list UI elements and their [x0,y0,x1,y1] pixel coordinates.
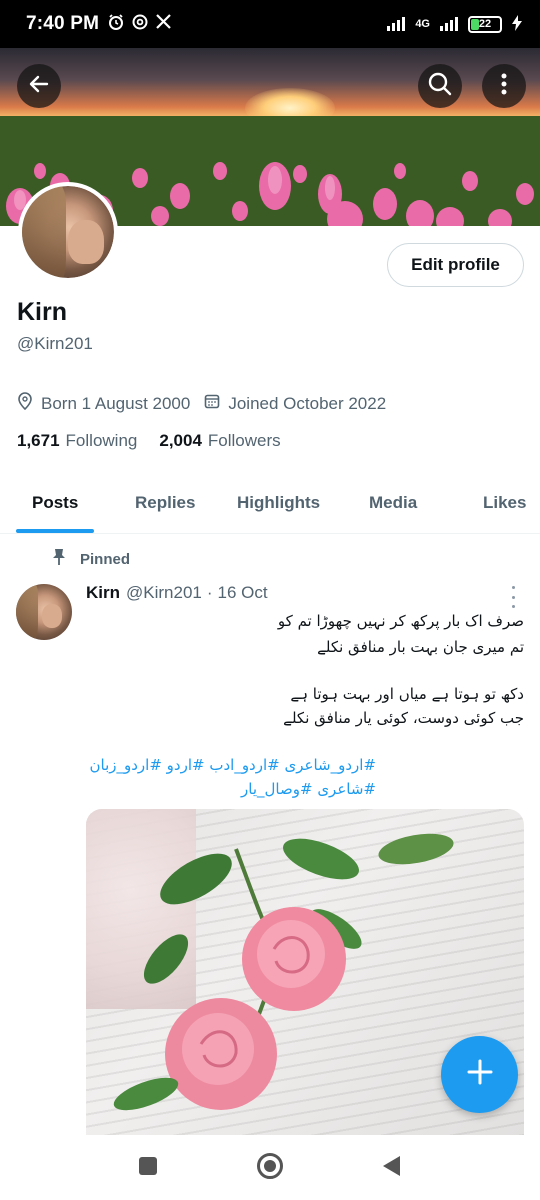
pinned-label: Pinned [80,550,131,568]
post-author-avatar[interactable] [16,584,72,640]
post-date[interactable]: 16 Oct [218,583,268,603]
pinned-indicator: Pinned [52,548,130,570]
tab-highlights[interactable]: Highlights [237,474,320,532]
following-label: Following [65,431,138,450]
profile-name: Kirn [17,298,67,326]
followers-label: Followers [207,431,281,450]
tab-posts[interactable]: Posts [32,474,78,532]
profile-tabs: Posts Replies Highlights Media Likes [0,474,540,534]
home-circle-icon [256,1152,284,1185]
tab-replies[interactable]: Replies [135,474,195,532]
post-hashtags-line-1[interactable]: #اردو_شاعری #اردو_ادب #اردو #اردو_زبان [86,753,377,777]
back-nav-button[interactable] [376,1153,406,1183]
edit-profile-button[interactable]: Edit profile [387,243,524,287]
signal-icon [387,17,406,31]
arrow-left-icon [27,72,51,101]
following-link[interactable]: 1,671 Following [17,431,137,451]
profile-avatar[interactable] [18,182,118,282]
post-header: Kirn @Kirn201 · 16 Oct [86,583,268,603]
following-count: 1,671 [17,431,60,450]
post-more-button[interactable] [506,586,520,608]
battery-icon: 22 [468,15,502,33]
more-vertical-icon [501,72,507,101]
status-bar: 7:40 PM 4G 22 [0,0,540,48]
x-logo-icon [155,13,172,35]
alarm-icon [107,13,125,36]
post-hashtags-line-2[interactable]: #شاعری #وصال_یار [86,777,376,801]
battery-level: 22 [478,18,492,30]
post-line-2: تم میری جان بہت بار منافق نکلے [317,638,524,656]
threads-icon [131,13,149,36]
post-line-1: صرف اک بار پرکھ کر نہیں چھوڑا تم کو [277,612,524,630]
plus-icon [466,1058,494,1091]
pin-icon [52,548,66,570]
profile-handle: @Kirn201 [17,334,93,353]
search-button[interactable] [418,64,462,108]
calendar-icon [204,393,220,414]
joined-date: Joined October 2022 [228,393,387,413]
birth-date: Born 1 August 2000 [41,393,191,413]
post-separator: · [206,583,213,602]
follow-stats: 1,671 Following 2,004 Followers [17,431,303,451]
active-tab-indicator [16,529,94,533]
compose-post-button[interactable] [441,1036,518,1113]
recents-button[interactable] [133,1153,163,1183]
signal-2-icon [440,17,458,31]
followers-link[interactable]: 2,004 Followers [159,431,280,451]
tab-likes[interactable]: Likes [483,474,526,532]
home-button[interactable] [255,1152,285,1185]
network-type: 4G [415,18,430,30]
profile-meta: Born 1 August 2000 Joined October 2022 [17,392,400,415]
post-line-4: جب کوئی دوست، کوئی یار منافق نکلے [283,709,524,727]
search-icon [427,71,453,102]
post-author-name[interactable]: Kirn [86,583,120,603]
status-time: 7:40 PM [26,13,100,34]
location-pin-icon [17,392,33,415]
more-options-button[interactable] [482,64,526,108]
post-author-handle[interactable]: @Kirn201 [126,583,202,603]
post-line-3: دکھ تو ہوتا ہے میاں اور بہت ہوتا ہے [290,685,524,703]
back-triangle-icon [380,1154,402,1183]
followers-count: 2,004 [159,431,202,450]
charging-icon [512,14,522,34]
back-button[interactable] [17,64,61,108]
tab-media[interactable]: Media [369,474,417,532]
recents-square-icon [137,1155,159,1182]
system-navigation-bar [0,1135,540,1200]
